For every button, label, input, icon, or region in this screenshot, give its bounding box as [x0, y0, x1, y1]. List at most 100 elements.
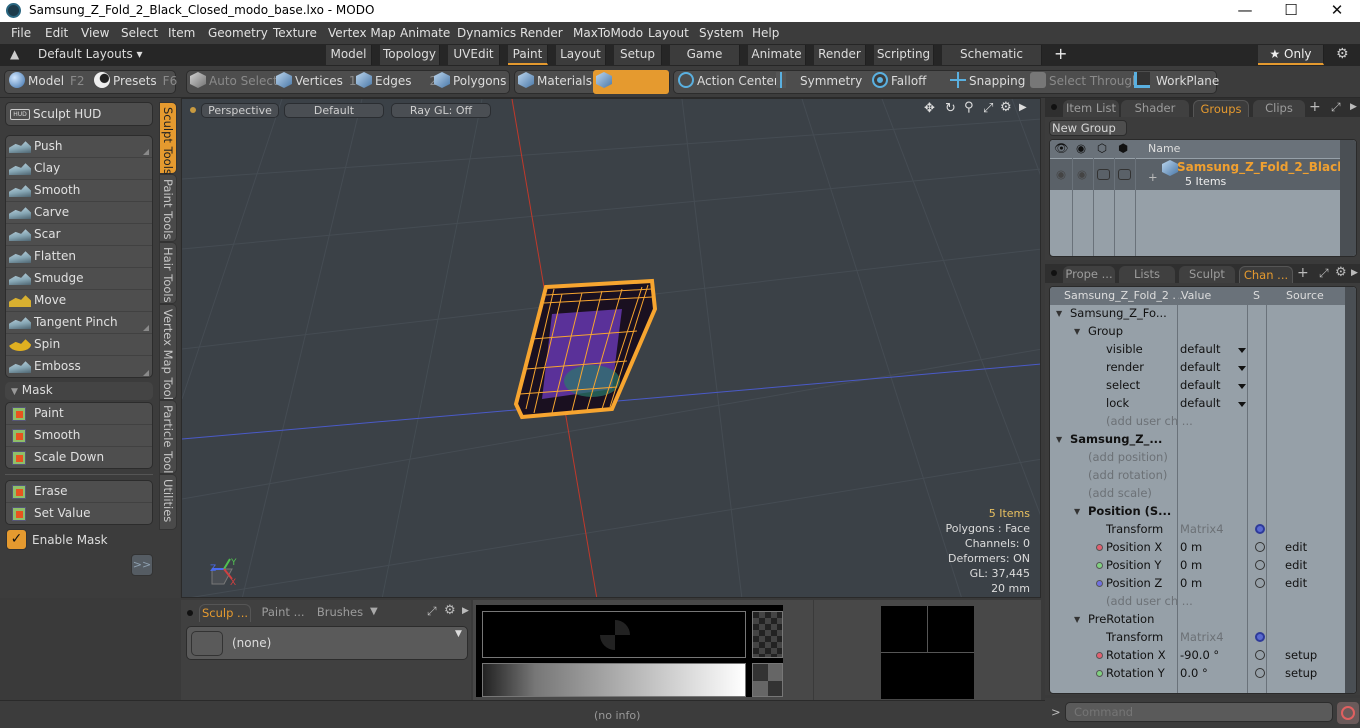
menu-select[interactable]: Select: [121, 26, 158, 40]
channel-value[interactable]: 0.0 °: [1180, 665, 1208, 682]
add-tab-button[interactable]: +: [1054, 44, 1067, 63]
expand-triangle-icon[interactable]: ▼: [1074, 323, 1080, 340]
close-button[interactable]: ✕: [1314, 0, 1360, 22]
channel-value[interactable]: default: [1180, 359, 1220, 376]
minimize-button[interactable]: —: [1222, 0, 1268, 22]
vertices-button[interactable]: Vertices 1: [276, 70, 357, 94]
tab-schematic-fusion[interactable]: Schematic Fusion: [942, 45, 1042, 80]
maximize-icon[interactable]: ⤢: [1331, 100, 1341, 115]
dropdown-arrow-icon[interactable]: [1238, 366, 1246, 371]
channel-row[interactable]: select default: [1050, 377, 1345, 395]
expand-arrow-icon[interactable]: ▶: [1350, 102, 1357, 112]
menu-item[interactable]: Item: [168, 26, 195, 40]
menu-geometry[interactable]: Geometry: [208, 26, 268, 40]
tab-scripting[interactable]: Scripting: [874, 45, 934, 65]
tab-layout[interactable]: Layout: [556, 45, 606, 65]
maximize-icon[interactable]: ⤢: [427, 604, 437, 619]
tab-setup[interactable]: Setup: [614, 45, 662, 65]
tab-game-tools[interactable]: Game Tools: [670, 45, 740, 80]
scrollbar[interactable]: [1345, 287, 1356, 693]
tabs-dropdown-icon[interactable]: ▼: [370, 606, 378, 617]
menu-maxtomodo[interactable]: MaxToModo: [573, 26, 643, 40]
tool-smooth[interactable]: Smooth: [6, 180, 152, 202]
only-toggle[interactable]: ★ Only: [1258, 45, 1324, 65]
tab-sculpt-brush[interactable]: Sculp ...: [199, 604, 251, 622]
mask-tool-scale-down[interactable]: Scale Down: [6, 447, 152, 469]
tool-clay[interactable]: Clay: [6, 158, 152, 180]
gear-icon[interactable]: ⚙: [444, 603, 456, 618]
channel-row[interactable]: Position X 0 m edit: [1050, 539, 1345, 557]
channel-row[interactable]: Rotation X -90.0 ° setup: [1050, 647, 1345, 665]
channel-row[interactable]: Samsung_Z_Fo... ▼: [1050, 305, 1345, 323]
tool-emboss[interactable]: Emboss: [6, 356, 152, 378]
channel-value[interactable]: 0 m: [1180, 575, 1202, 592]
matrix-gear-icon[interactable]: [1255, 632, 1265, 642]
raygl-button[interactable]: Ray GL: Off: [391, 103, 491, 118]
dropdown-arrow-icon[interactable]: [1238, 348, 1246, 353]
gear-icon[interactable]: ⚙: [1000, 100, 1012, 115]
3d-viewport[interactable]: Y Z X Perspective Default Ray GL: Off ✥ …: [181, 98, 1041, 598]
tab-brushes[interactable]: Brushes: [314, 604, 366, 622]
enable-mask-checkbox[interactable]: ✓: [6, 529, 27, 550]
vtab-hair-tools[interactable]: Hair Tools: [159, 242, 177, 304]
channel-value[interactable]: default: [1180, 341, 1220, 358]
vtab-sculpt-tools[interactable]: Sculpt Tools: [159, 102, 177, 175]
tab-item-list[interactable]: Item List: [1063, 100, 1119, 118]
state-circle-icon[interactable]: [1255, 668, 1265, 678]
menu-file[interactable]: File: [11, 26, 31, 40]
channel-row[interactable]: Rotation Y 0.0 ° setup: [1050, 665, 1345, 683]
channel-row[interactable]: (add user ch ...: [1050, 413, 1345, 431]
channel-row[interactable]: (add rotation): [1050, 467, 1345, 485]
dropdown-arrow-icon[interactable]: [1238, 402, 1246, 407]
gear-icon[interactable]: ⚙: [1335, 265, 1347, 280]
tab-topology[interactable]: Topology: [380, 45, 440, 65]
select-through-button[interactable]: Select Through: [1030, 70, 1140, 94]
menu-edit[interactable]: Edit: [45, 26, 68, 40]
tab-model[interactable]: Model: [326, 45, 372, 65]
state-circle-icon[interactable]: [1255, 578, 1265, 588]
command-input[interactable]: [1065, 702, 1333, 722]
tab-animate[interactable]: Animate: [748, 45, 806, 65]
brush-selector[interactable]: (none) ▼: [186, 626, 468, 660]
panel-menu-dot[interactable]: [1051, 270, 1057, 276]
state-circle-icon[interactable]: [1255, 560, 1265, 570]
falloff-button[interactable]: Falloff: [872, 70, 926, 94]
color-swatch-main[interactable]: [482, 611, 746, 658]
add-tab-button[interactable]: +: [1309, 99, 1321, 115]
record-button[interactable]: [1337, 702, 1359, 724]
rotate-icon[interactable]: ↻: [945, 101, 956, 116]
expand-triangle-icon[interactable]: ▼: [1056, 431, 1062, 448]
sculpt-hud-button[interactable]: HUD Sculpt HUD: [5, 102, 153, 126]
vtab-vertex-map-tools[interactable]: Vertex Map Tools: [159, 304, 177, 406]
state-circle-icon[interactable]: [1255, 542, 1265, 552]
collapse-icon[interactable]: ▲: [10, 47, 19, 61]
tool-scar[interactable]: Scar: [6, 224, 152, 246]
mask-tool-erase[interactable]: Erase: [6, 481, 152, 503]
expand-triangle-icon[interactable]: ▼: [1074, 503, 1080, 520]
channel-row[interactable]: (add user ch ...: [1050, 593, 1345, 611]
value-gradient[interactable]: [482, 663, 746, 697]
tab-properties[interactable]: Prope ...: [1063, 266, 1115, 284]
tab-paint[interactable]: Paint: [508, 45, 548, 65]
pan-icon[interactable]: ✥: [924, 101, 935, 116]
channel-row[interactable]: Samsung_Z_... ▼: [1050, 431, 1345, 449]
items-button[interactable]: Items5: [593, 70, 669, 111]
tab-channels[interactable]: Chan ...: [1239, 266, 1293, 284]
menu-view[interactable]: View: [81, 26, 109, 40]
expand-arrow-icon[interactable]: ▶: [462, 606, 469, 616]
tab-clips[interactable]: Clips: [1253, 100, 1305, 118]
panel-menu-dot[interactable]: [1051, 104, 1057, 110]
maximize-button[interactable]: ☐: [1268, 0, 1314, 22]
menu-texture[interactable]: Texture: [273, 26, 317, 40]
menu-render[interactable]: Render: [520, 26, 563, 40]
state-circle-icon[interactable]: [1255, 650, 1265, 660]
alpha-swatch[interactable]: [752, 611, 783, 658]
tool-move[interactable]: Move: [6, 290, 152, 312]
expand-triangle-icon[interactable]: ▼: [1074, 611, 1080, 628]
menu-vertex-map[interactable]: Vertex Map: [328, 26, 396, 40]
mask-tool-smooth[interactable]: Smooth: [6, 425, 152, 447]
menu-animate[interactable]: Animate: [400, 26, 450, 40]
action-center-button[interactable]: Action Center: [678, 70, 779, 94]
menu-help[interactable]: Help: [752, 26, 779, 40]
scrollbar[interactable]: [1340, 140, 1356, 256]
